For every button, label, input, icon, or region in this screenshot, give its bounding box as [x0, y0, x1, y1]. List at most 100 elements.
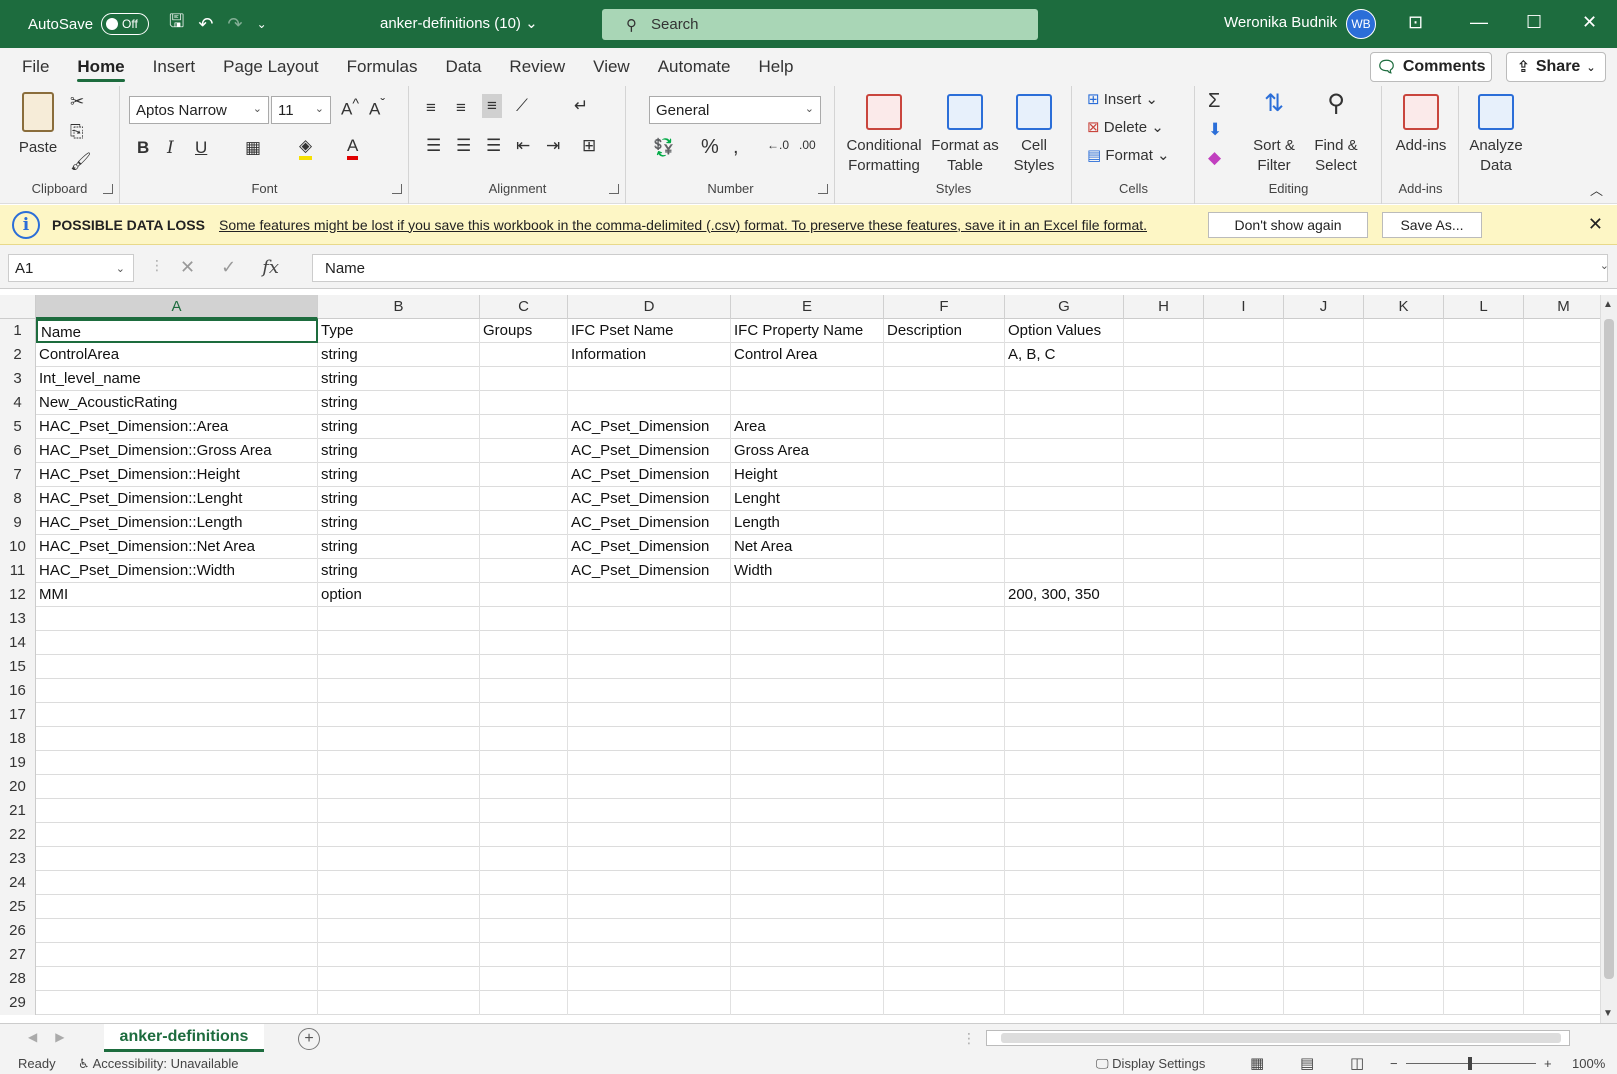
cell-m11[interactable]	[1524, 559, 1604, 583]
cell-a26[interactable]	[36, 919, 318, 943]
cell-d22[interactable]	[568, 823, 731, 847]
cell-m13[interactable]	[1524, 607, 1604, 631]
cell-c20[interactable]	[480, 775, 568, 799]
tab-page-layout[interactable]: Page Layout	[209, 48, 332, 86]
cell-d19[interactable]	[568, 751, 731, 775]
cell-j11[interactable]	[1284, 559, 1364, 583]
row-header[interactable]: 5	[0, 415, 36, 439]
cell-b26[interactable]	[318, 919, 480, 943]
cell-h1[interactable]	[1124, 319, 1204, 343]
cell-k29[interactable]	[1364, 991, 1444, 1015]
cell-c2[interactable]	[480, 343, 568, 367]
cell-d14[interactable]	[568, 631, 731, 655]
row-header[interactable]: 13	[0, 607, 36, 631]
cell-a1[interactable]: Name	[36, 319, 318, 343]
cell-k10[interactable]	[1364, 535, 1444, 559]
cell-a25[interactable]	[36, 895, 318, 919]
cell-e20[interactable]	[731, 775, 884, 799]
cell-h29[interactable]	[1124, 991, 1204, 1015]
autosave-control[interactable]: AutoSave Off	[28, 13, 150, 35]
cell-a22[interactable]	[36, 823, 318, 847]
cell-c10[interactable]	[480, 535, 568, 559]
name-box[interactable]: A1 ⌄	[8, 254, 134, 282]
cell-h11[interactable]	[1124, 559, 1204, 583]
format-as-table-button[interactable]: Format as Table	[930, 94, 1000, 176]
cell-b15[interactable]	[318, 655, 480, 679]
cell-k23[interactable]	[1364, 847, 1444, 871]
cell-a18[interactable]	[36, 727, 318, 751]
cell-j25[interactable]	[1284, 895, 1364, 919]
worksheet-grid[interactable]: ABCDEFGHIJKLM 1 Name Type Groups IFC Pset Na…	[0, 295, 1617, 1023]
cell-h22[interactable]	[1124, 823, 1204, 847]
cell-c5[interactable]	[480, 415, 568, 439]
cell-k2[interactable]	[1364, 343, 1444, 367]
decrease-indent-icon[interactable]: ⇤	[516, 136, 530, 156]
cell-l5[interactable]	[1444, 415, 1524, 439]
cell-g24[interactable]	[1005, 871, 1124, 895]
cell-g13[interactable]	[1005, 607, 1124, 631]
cell-h16[interactable]	[1124, 679, 1204, 703]
cell-b17[interactable]	[318, 703, 480, 727]
undo-icon[interactable]: ↶	[198, 14, 213, 35]
decrease-font-icon[interactable]: Aˇ	[369, 96, 385, 120]
cell-b24[interactable]	[318, 871, 480, 895]
cell-g26[interactable]	[1005, 919, 1124, 943]
cell-h10[interactable]	[1124, 535, 1204, 559]
cell-i2[interactable]	[1204, 343, 1284, 367]
cell-h17[interactable]	[1124, 703, 1204, 727]
row-header[interactable]: 12	[0, 583, 36, 607]
cell-d18[interactable]	[568, 727, 731, 751]
cell-l21[interactable]	[1444, 799, 1524, 823]
autosum-icon[interactable]: Σ	[1208, 90, 1220, 113]
align-bottom-icon[interactable]: ≡	[482, 94, 502, 118]
cell-k13[interactable]	[1364, 607, 1444, 631]
cell-i16[interactable]	[1204, 679, 1284, 703]
cell-f27[interactable]	[884, 943, 1005, 967]
zoom-level[interactable]: 100%	[1572, 1056, 1605, 1071]
row-header[interactable]: 25	[0, 895, 36, 919]
cell-c27[interactable]	[480, 943, 568, 967]
cell-e10[interactable]: Net Area	[731, 535, 884, 559]
cell-g22[interactable]	[1005, 823, 1124, 847]
cell-f23[interactable]	[884, 847, 1005, 871]
column-header-f[interactable]: F	[884, 295, 1005, 319]
cell-c3[interactable]	[480, 367, 568, 391]
cell-a19[interactable]	[36, 751, 318, 775]
cell-l16[interactable]	[1444, 679, 1524, 703]
cell-a11[interactable]: HAC_Pset_Dimension::Width	[36, 559, 318, 583]
cell-g14[interactable]	[1005, 631, 1124, 655]
cell-f1[interactable]: Description	[884, 319, 1005, 343]
cell-g21[interactable]	[1005, 799, 1124, 823]
cell-b3[interactable]: string	[318, 367, 480, 391]
cell-m25[interactable]	[1524, 895, 1604, 919]
cell-h19[interactable]	[1124, 751, 1204, 775]
cell-b4[interactable]: string	[318, 391, 480, 415]
find-select-button[interactable]: ⚲ Find & Select	[1306, 92, 1366, 176]
cell-f16[interactable]	[884, 679, 1005, 703]
cell-c1[interactable]: Groups	[480, 319, 568, 343]
column-header-i[interactable]: I	[1204, 295, 1284, 319]
cell-c22[interactable]	[480, 823, 568, 847]
cell-g12[interactable]: 200, 300, 350	[1005, 583, 1124, 607]
cell-l15[interactable]	[1444, 655, 1524, 679]
cell-g8[interactable]	[1005, 487, 1124, 511]
zoom-in-icon[interactable]: +	[1544, 1056, 1552, 1071]
cell-j14[interactable]	[1284, 631, 1364, 655]
cell-h9[interactable]	[1124, 511, 1204, 535]
row-header[interactable]: 28	[0, 967, 36, 991]
row-header[interactable]: 24	[0, 871, 36, 895]
increase-font-icon[interactable]: A^	[341, 96, 359, 120]
cell-i7[interactable]	[1204, 463, 1284, 487]
copy-icon[interactable]: ⎘	[70, 122, 84, 142]
cell-i17[interactable]	[1204, 703, 1284, 727]
fill-color-icon[interactable]: ◈	[299, 136, 313, 160]
cell-b29[interactable]	[318, 991, 480, 1015]
display-settings[interactable]: 🖵 Display Settings	[1096, 1056, 1205, 1072]
cell-c21[interactable]	[480, 799, 568, 823]
cell-i23[interactable]	[1204, 847, 1284, 871]
cell-l7[interactable]	[1444, 463, 1524, 487]
save-as-button[interactable]: Save As...	[1382, 212, 1482, 238]
tab-file[interactable]: File	[8, 48, 63, 86]
cell-g1[interactable]: Option Values	[1005, 319, 1124, 343]
align-middle-icon[interactable]: ≡	[456, 98, 466, 118]
